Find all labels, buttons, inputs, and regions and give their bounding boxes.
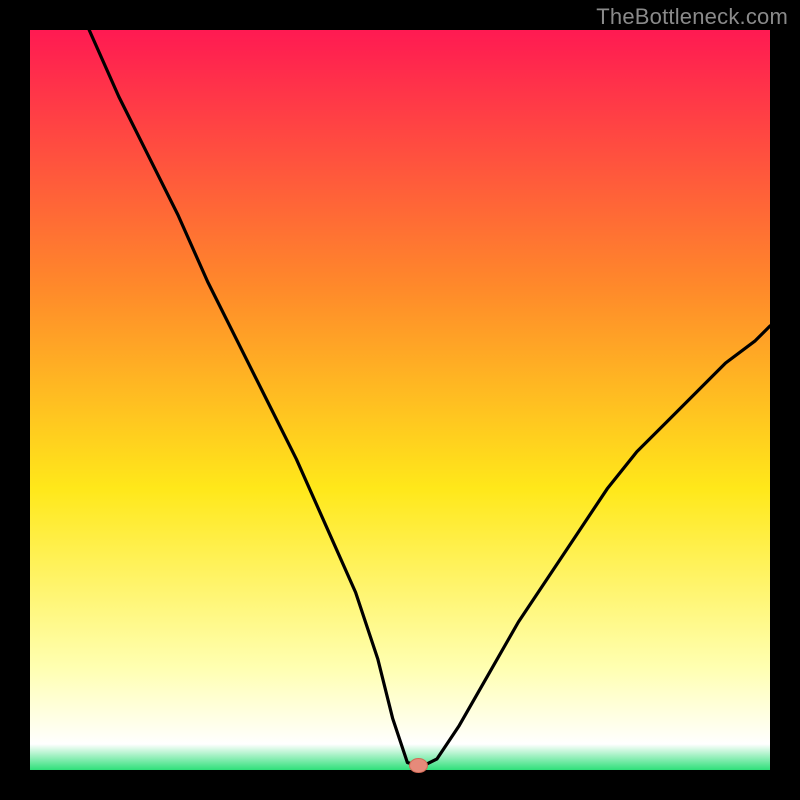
watermark-text: TheBottleneck.com bbox=[596, 4, 788, 30]
bottleneck-curve-chart bbox=[0, 0, 800, 800]
chart-container: TheBottleneck.com bbox=[0, 0, 800, 800]
minimum-marker bbox=[410, 759, 428, 773]
